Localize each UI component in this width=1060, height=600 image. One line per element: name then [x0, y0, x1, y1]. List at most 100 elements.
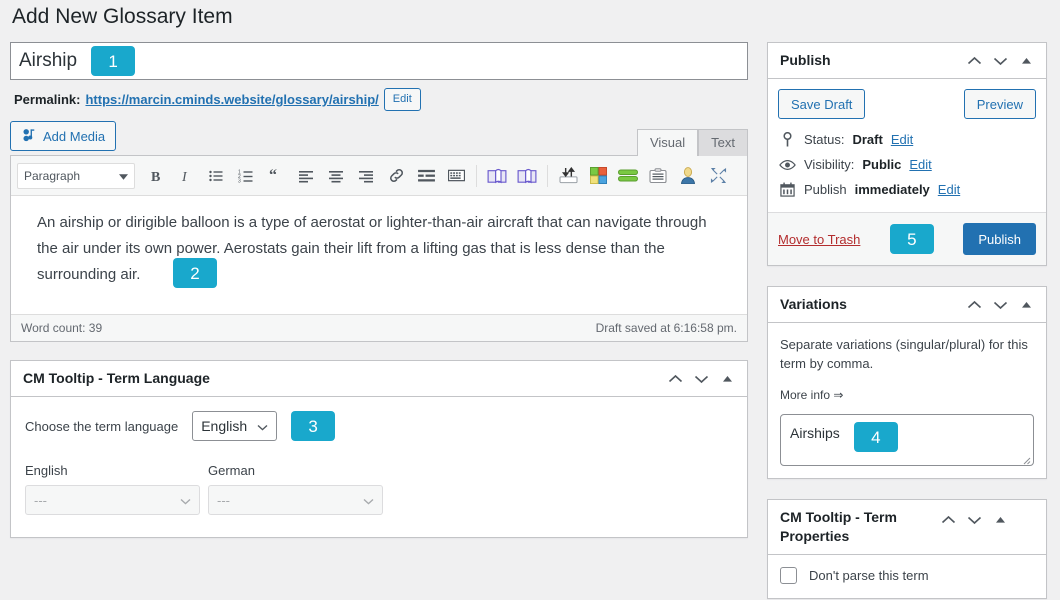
variations-textarea[interactable]: Airships 4: [780, 414, 1034, 466]
permalink-url[interactable]: https://marcin.cminds.website/glossary/a…: [85, 92, 378, 107]
word-count: Word count: 39: [21, 321, 103, 335]
toggle-panel-icon[interactable]: [1018, 297, 1034, 313]
page-title: Add New Glossary Item: [12, 5, 233, 28]
user-icon[interactable]: [673, 162, 703, 190]
align-right-icon[interactable]: [351, 162, 381, 190]
editor-status-bar: Word count: 39 Draft saved at 6:16:58 pm…: [11, 314, 747, 341]
status-label: Status:: [804, 132, 845, 147]
italic-icon[interactable]: I: [171, 162, 201, 190]
term-language-panel-header: CM Tooltip - Term Language: [11, 361, 747, 397]
variations-more-info-link[interactable]: More info ⇒: [780, 388, 843, 402]
publish-date-edit-link[interactable]: Edit: [938, 182, 960, 197]
eye-icon: [778, 159, 796, 171]
callout-badge-1: 1: [91, 46, 136, 76]
editor-content-area[interactable]: An airship or dirigible balloon is a typ…: [11, 196, 747, 314]
publish-button[interactable]: Publish: [963, 223, 1036, 255]
move-down-icon[interactable]: [992, 297, 1008, 313]
color-grid-icon[interactable]: [583, 162, 613, 190]
editor-mode-tabs: Visual Text: [636, 129, 748, 156]
toggle-panel-icon[interactable]: [992, 512, 1008, 528]
visibility-row: Visibility: Public Edit: [778, 152, 1036, 177]
paragraph-format-select[interactable]: Paragraph: [17, 162, 135, 189]
term-language-select[interactable]: English: [192, 411, 278, 441]
fullscreen-icon[interactable]: [703, 162, 733, 190]
publish-panel-header: Publish: [768, 43, 1046, 79]
term-properties-panel-header: CM Tooltip - Term Properties: [768, 500, 1046, 555]
glossary-term-icon[interactable]: [482, 162, 512, 190]
move-to-trash-link[interactable]: Move to Trash: [778, 232, 860, 247]
blockquote-icon[interactable]: “: [261, 162, 291, 190]
align-center-icon[interactable]: [321, 162, 351, 190]
tab-text[interactable]: Text: [698, 129, 748, 156]
visibility-value: Public: [862, 157, 902, 172]
callout-badge-2: 2: [173, 258, 217, 288]
publish-panel-controls: [966, 53, 1034, 69]
term-language-panel-title: CM Tooltip - Term Language: [23, 370, 210, 387]
visibility-label: Visibility:: [804, 157, 855, 172]
move-up-icon[interactable]: [667, 371, 683, 387]
save-draft-button[interactable]: Save Draft: [778, 89, 866, 119]
german-term-select[interactable]: ---: [208, 485, 383, 515]
import-export-icon[interactable]: [553, 162, 583, 190]
glossary-index-icon[interactable]: [512, 162, 542, 190]
term-language-panel-controls: [667, 371, 735, 387]
term-language-panel: CM Tooltip - Term Language Choose the te…: [10, 360, 748, 538]
resize-handle-icon[interactable]: [1021, 453, 1031, 465]
post-title-field[interactable]: Airship 1: [10, 42, 748, 80]
callout-badge-3: 3: [291, 411, 336, 441]
publish-date-row: Publish immediately Edit: [778, 177, 1036, 202]
status-edit-link[interactable]: Edit: [891, 132, 913, 147]
publish-footer: Move to Trash 5 Publish: [768, 212, 1046, 265]
add-media-button[interactable]: Add Media: [10, 121, 117, 151]
paragraph-format-value: Paragraph: [24, 168, 81, 183]
preview-button[interactable]: Preview: [963, 89, 1036, 119]
publish-status-rows: Status: Draft Edit Visibility: Public Ed…: [768, 127, 1046, 212]
publish-date-label: Publish: [804, 182, 847, 197]
english-term-select[interactable]: ---: [25, 485, 200, 515]
toggle-panel-icon[interactable]: [1018, 53, 1034, 69]
language-column-english: English ---: [25, 463, 200, 515]
move-down-icon[interactable]: [966, 512, 982, 528]
toggle-toolbar-icon[interactable]: [441, 162, 471, 190]
variations-panel-header: Variations: [768, 287, 1046, 323]
permalink-row: Permalink: https://marcin.cminds.website…: [10, 80, 748, 117]
english-term-value: ---: [34, 492, 47, 508]
numbered-list-icon[interactable]: 1 2 3: [231, 162, 261, 190]
publish-panel: Publish Save Draft Preview Status: Draft…: [767, 42, 1047, 266]
main-column: Airship 1 Permalink: https://marcin.cmin…: [10, 42, 748, 538]
toolbar-divider: [476, 164, 477, 187]
read-more-icon[interactable]: [411, 162, 441, 190]
toggle-panel-icon[interactable]: [719, 371, 735, 387]
bulleted-list-icon[interactable]: [201, 162, 231, 190]
visibility-edit-link[interactable]: Edit: [909, 157, 931, 172]
green-bars-icon[interactable]: [613, 162, 643, 190]
publish-panel-title: Publish: [780, 52, 831, 69]
move-up-icon[interactable]: [940, 512, 956, 528]
chevron-down-icon: [119, 169, 128, 183]
align-left-icon[interactable]: [291, 162, 321, 190]
lines-box-icon[interactable]: [643, 162, 673, 190]
tab-visual[interactable]: Visual: [636, 129, 699, 156]
calendar-icon: [778, 182, 796, 197]
move-up-icon[interactable]: [966, 53, 982, 69]
variations-panel-title: Variations: [780, 296, 847, 313]
move-down-icon[interactable]: [693, 371, 709, 387]
chevron-down-icon: [257, 418, 268, 434]
language-columns: English --- German ---: [25, 463, 733, 515]
bold-icon[interactable]: B: [141, 162, 171, 190]
dont-parse-term-checkbox[interactable]: [780, 566, 797, 584]
move-down-icon[interactable]: [992, 53, 1008, 69]
editor-tools-row: Add Media Visual Text: [10, 121, 748, 156]
publish-actions-row: Save Draft Preview: [768, 79, 1046, 127]
callout-badge-5: 5: [889, 224, 934, 254]
insert-link-icon[interactable]: [381, 162, 411, 190]
language-column-german: German ---: [208, 463, 383, 515]
chevron-down-icon: [180, 493, 191, 508]
permalink-edit-button[interactable]: Edit: [383, 88, 421, 111]
content-editor: Paragraph B I 1 2 3 “ An airship or diri…: [10, 155, 748, 342]
editor-toolbar: Paragraph B I 1 2 3 “: [11, 156, 747, 196]
move-up-icon[interactable]: [966, 297, 982, 313]
language-column-header: English: [25, 463, 68, 478]
callout-badge-4: 4: [853, 422, 898, 452]
variations-panel-controls: [966, 297, 1034, 313]
